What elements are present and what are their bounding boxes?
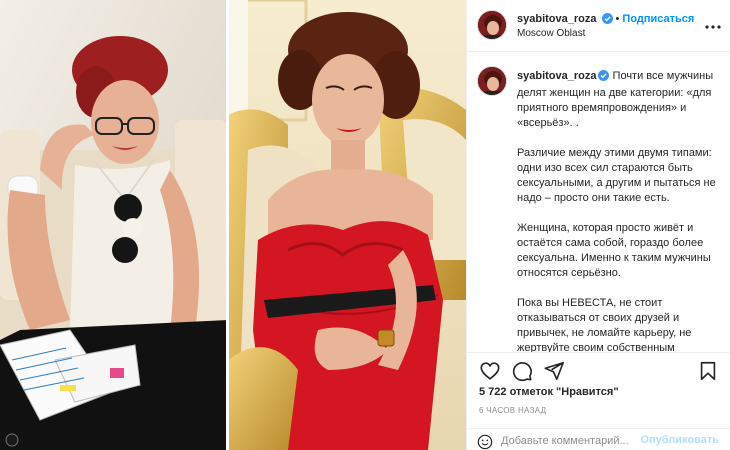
caption-username[interactable]: syabitova_roza (517, 70, 596, 82)
heart-icon[interactable] (479, 360, 501, 382)
photo-divider (226, 0, 229, 450)
post-photo[interactable] (0, 0, 466, 450)
avatar[interactable] (477, 10, 507, 40)
post-location[interactable]: Moscow Oblast (517, 28, 585, 39)
header-username[interactable]: syabitova_roza (517, 13, 596, 25)
comment-input[interactable] (501, 432, 661, 450)
action-bar (467, 352, 730, 382)
photo-left-drawing (0, 0, 228, 450)
share-icon[interactable] (543, 360, 565, 382)
separator-dot: • (615, 13, 620, 25)
post-caption: syabitova_roza Почти все мужчины делят ж… (517, 69, 717, 352)
caption-text-2: Различие между этими двумя типами: одни … (517, 147, 716, 204)
verified-badge-icon (601, 13, 613, 27)
more-options-icon[interactable] (705, 16, 721, 32)
caption-paragraph: syabitova_roza Почти все мужчины делят ж… (517, 69, 717, 131)
photo-right-drawing (228, 0, 466, 450)
publish-button[interactable]: Опубликовать (640, 434, 719, 446)
post-header: syabitova_roza • Подписаться Moscow Oblas… (467, 0, 730, 52)
post-side-panel: syabitova_roza • Подписаться Moscow Oblas… (466, 0, 730, 450)
post-time[interactable]: 6 ЧАСОВ НАЗАД (479, 406, 546, 415)
header-username-row: syabitova_roza • Подписаться (517, 13, 694, 27)
emoji-icon[interactable] (477, 434, 493, 450)
caption-avatar[interactable] (477, 66, 507, 96)
photo-left-woman-with-glasses (0, 0, 228, 450)
comment-box: Опубликовать (467, 428, 730, 450)
bookmark-icon[interactable] (697, 360, 719, 382)
caption-area: syabitova_roza Почти все мужчины делят ж… (467, 53, 730, 352)
caption-text-4: Пока вы НЕВЕСТА, не стоит отказываться о… (517, 297, 692, 352)
photo-right-woman-in-red-dress (228, 0, 466, 450)
verified-badge-icon (598, 70, 610, 86)
likes-count[interactable]: 5 722 отметок "Нравится" (479, 386, 619, 398)
comment-icon[interactable] (511, 360, 533, 382)
caption-text-3: Женщина, которая просто живёт и остаётся… (517, 222, 711, 279)
caption-avatar-image (478, 67, 506, 95)
avatar-image (478, 11, 506, 39)
follow-button[interactable]: Подписаться (622, 13, 694, 25)
